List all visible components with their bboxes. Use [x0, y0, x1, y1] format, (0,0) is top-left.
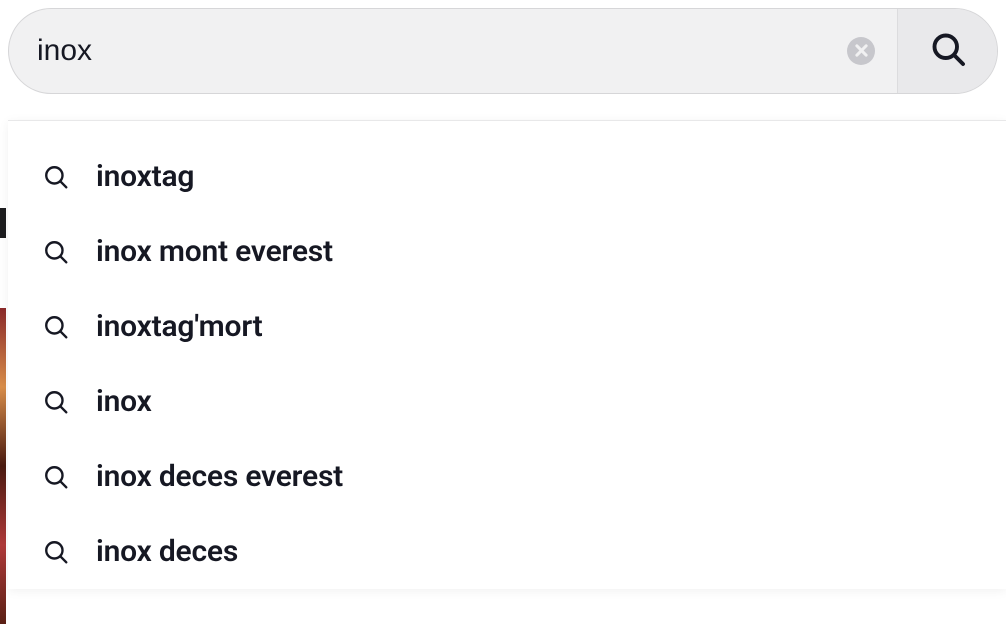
search-button[interactable] — [897, 9, 997, 93]
search-icon — [42, 538, 70, 566]
search-bar — [8, 8, 998, 94]
close-icon — [855, 42, 868, 61]
suggestion-label: inox — [96, 384, 152, 419]
search-icon — [930, 31, 966, 71]
suggestion-item[interactable]: inox deces everest — [8, 439, 1006, 514]
background-fragment — [0, 208, 6, 238]
search-icon — [42, 388, 70, 416]
suggestion-item[interactable]: inoxtag — [8, 139, 1006, 214]
suggestion-label: inoxtag'mort — [96, 309, 263, 344]
suggestion-item[interactable]: inox — [8, 364, 1006, 439]
suggestion-item[interactable]: inox mont everest — [8, 214, 1006, 289]
suggestion-label: inoxtag — [96, 159, 194, 194]
search-icon — [42, 313, 70, 341]
search-input[interactable] — [9, 9, 847, 93]
suggestion-label: inox deces — [96, 534, 238, 569]
suggestion-item[interactable]: inoxtag'mort — [8, 289, 1006, 364]
search-icon — [42, 163, 70, 191]
suggestion-item[interactable]: inox deces — [8, 514, 1006, 589]
suggestion-label: inox mont everest — [96, 234, 333, 269]
clear-search-button[interactable] — [847, 37, 875, 65]
search-icon — [42, 463, 70, 491]
search-icon — [42, 238, 70, 266]
background-image-strip — [0, 308, 6, 624]
suggestion-label: inox deces everest — [96, 459, 343, 494]
search-suggestions-panel: inoxtag inox mont everest inoxtag'mort i… — [8, 120, 1006, 589]
